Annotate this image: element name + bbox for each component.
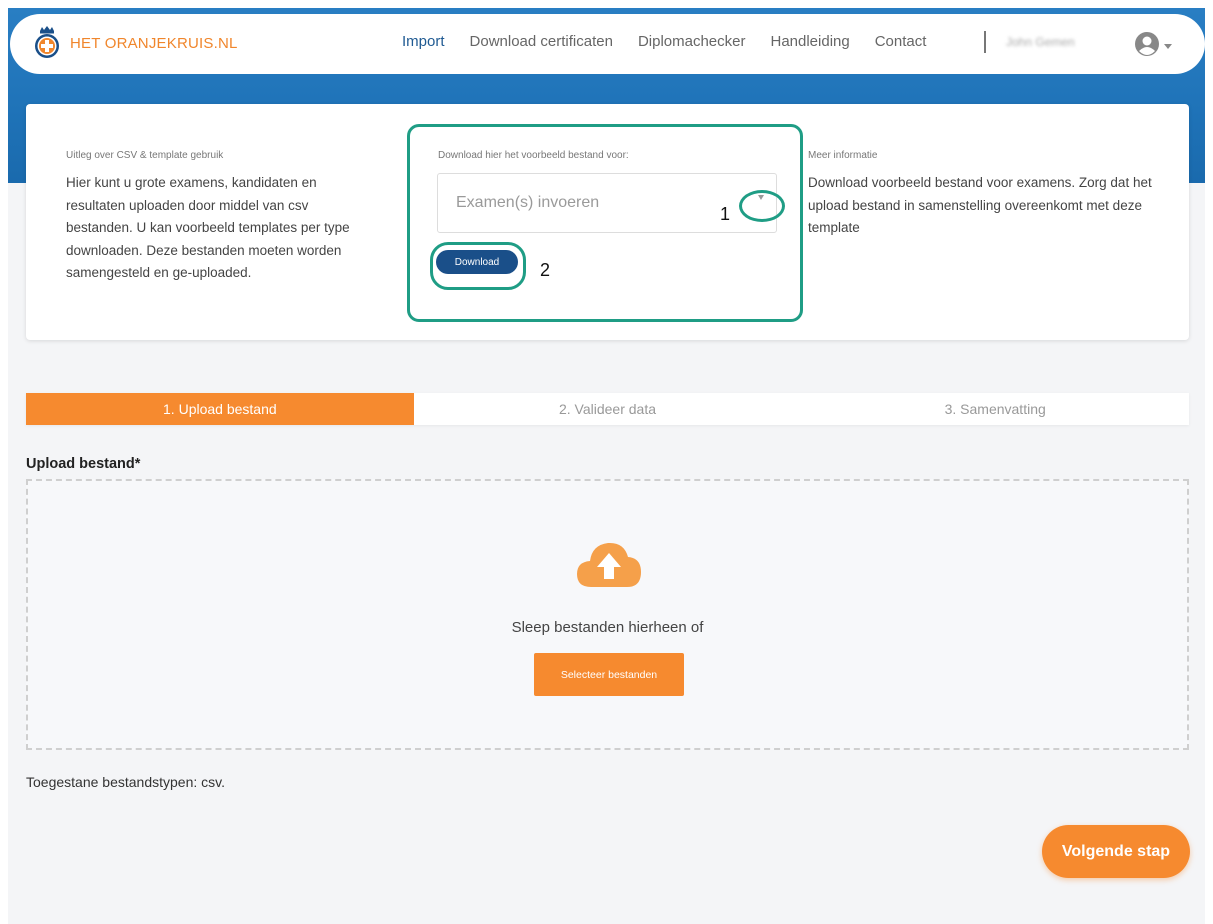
annotation-number-1: 1: [720, 204, 731, 224]
nav-divider: [984, 31, 986, 53]
more-info: Meer informatie Download voorbeeld besta…: [808, 150, 1158, 240]
annotation-circle-download: [430, 242, 526, 290]
step-upload[interactable]: 1. Upload bestand: [26, 393, 414, 425]
navbar: HET ORANJEKRUIS.NL Import Download certi…: [10, 14, 1205, 74]
csv-explanation-text: Hier kunt u grote examens, kandidaten en…: [66, 175, 350, 280]
left-edge: [0, 0, 8, 924]
more-info-text: Download voorbeeld bestand voor examens.…: [808, 175, 1152, 235]
annotation-rectangle: [407, 124, 803, 322]
csv-explanation-label: Uitleg over CSV & template gebruik: [66, 150, 224, 161]
brand-name: HET ORANJEKRUIS.NL: [70, 34, 238, 52]
nav-item-download-certificaten[interactable]: Download certificaten: [470, 33, 613, 50]
step-validate[interactable]: 2. Valideer data: [414, 393, 802, 425]
annotation-circle-select: [739, 190, 785, 222]
file-dropzone[interactable]: Sleep bestanden hierheen of Selecteer be…: [26, 479, 1189, 750]
brand[interactable]: HET ORANJEKRUIS.NL: [34, 26, 238, 60]
allowed-file-types: Toegestane bestandstypen: csv.: [26, 774, 225, 790]
upload-title: Upload bestand*: [26, 456, 141, 472]
wizard-steps: 1. Upload bestand 2. Valideer data 3. Sa…: [26, 393, 1189, 425]
user-circle-icon: [1134, 31, 1160, 62]
select-files-button[interactable]: Selecteer bestanden: [534, 653, 684, 696]
top-edge: [0, 0, 1213, 8]
user-name[interactable]: John Gemen: [1006, 35, 1075, 49]
chevron-down-icon: [1164, 44, 1172, 49]
nav-item-import[interactable]: Import: [402, 33, 445, 50]
nav-item-diplomachecker[interactable]: Diplomachecker: [638, 33, 746, 50]
nav-item-contact[interactable]: Contact: [875, 33, 927, 50]
oranjekruis-logo-icon: [34, 26, 60, 60]
step-summary[interactable]: 3. Samenvatting: [801, 393, 1189, 425]
right-edge: [1205, 0, 1213, 924]
info-card: Uitleg over CSV & template gebruik Hier …: [26, 104, 1189, 340]
drop-hint-text: Sleep bestanden hierheen of: [511, 619, 704, 636]
next-step-button[interactable]: Volgende stap: [1042, 825, 1190, 878]
csv-explanation: Uitleg over CSV & template gebruik Hier …: [66, 150, 376, 285]
annotation-number-2: 2: [540, 260, 551, 280]
nav-links: Import Download certificaten Diplomachec…: [402, 33, 951, 50]
nav-item-handleiding[interactable]: Handleiding: [770, 33, 849, 50]
user-menu[interactable]: [1134, 31, 1172, 62]
more-info-label: Meer informatie: [808, 150, 878, 161]
cloud-upload-icon: [575, 537, 643, 594]
